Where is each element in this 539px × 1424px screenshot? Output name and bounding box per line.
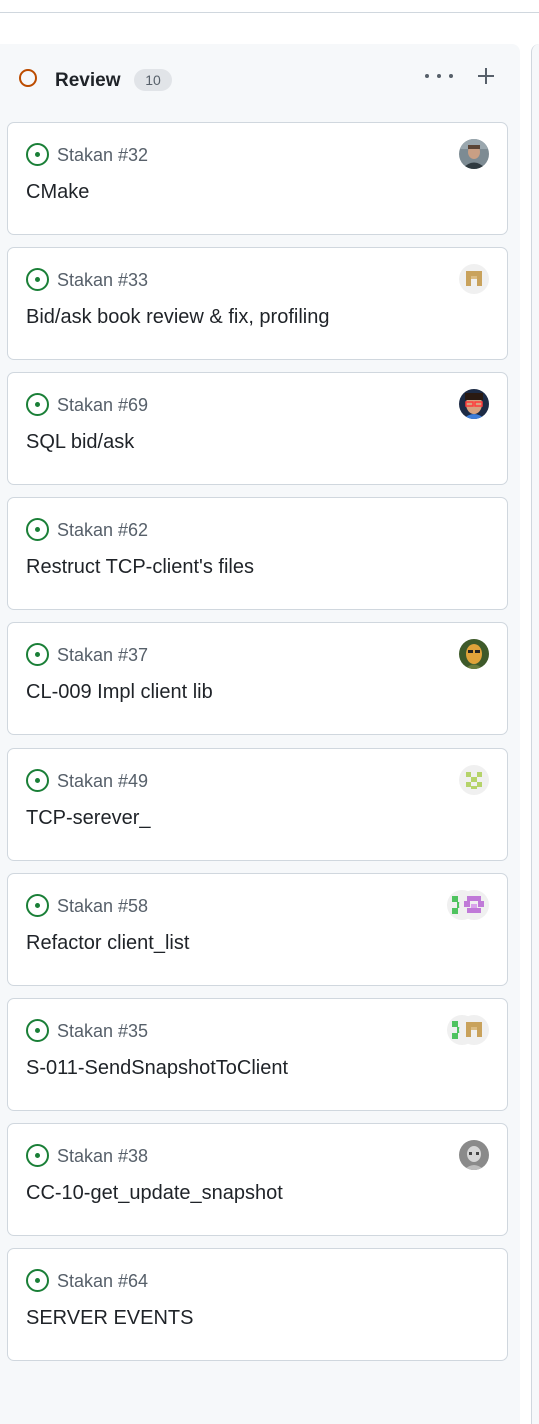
- issue-title[interactable]: Restruct TCP-client's files: [26, 554, 254, 580]
- plus-icon: [485, 68, 487, 84]
- issue-card[interactable]: Stakan #32 CMake: [7, 122, 508, 235]
- issue-card[interactable]: Stakan #33 Bid/ask book review & fix, pr…: [7, 247, 508, 360]
- column-header: Review 10: [0, 44, 520, 116]
- issue-title[interactable]: SQL bid/ask: [26, 429, 134, 455]
- column-item-count: 10: [134, 69, 172, 91]
- open-issue-icon: [26, 894, 49, 917]
- open-issue-icon: [26, 268, 49, 291]
- open-issue-icon: [26, 769, 49, 792]
- board-column-review: Review 10 Stakan #32 CMake Stakan #33 Bi…: [0, 44, 520, 1424]
- issue-title[interactable]: CL-009 Impl client lib: [26, 679, 213, 705]
- issue-reference: Stakan #32: [57, 145, 149, 165]
- kebab-dots-icon: [437, 74, 441, 78]
- assignee-avatar[interactable]: [459, 639, 489, 669]
- column-title: Review: [55, 70, 121, 91]
- kebab-dots-icon: [449, 74, 453, 78]
- open-issue-icon: [26, 643, 49, 666]
- kebab-dots-icon: [425, 74, 429, 78]
- issue-card[interactable]: Stakan #58 Refactor client_list: [7, 873, 508, 986]
- open-issue-icon: [26, 1019, 49, 1042]
- issue-title[interactable]: S-011-SendSnapshotToClient: [26, 1055, 288, 1081]
- issue-card[interactable]: Stakan #35 S-011-SendSnapshotToClient: [7, 998, 508, 1111]
- issue-reference: Stakan #64: [57, 1271, 149, 1291]
- issue-reference: Stakan #62: [57, 520, 149, 540]
- open-issue-icon: [26, 1144, 49, 1167]
- assignee-avatar[interactable]: [459, 139, 489, 169]
- assignee-avatar[interactable]: [459, 890, 489, 920]
- issue-reference: Stakan #58: [57, 896, 149, 916]
- issue-reference: Stakan #33: [57, 270, 149, 290]
- issue-card[interactable]: Stakan #49 TCP-serever_: [7, 748, 508, 861]
- issue-card[interactable]: Stakan #38 CC-10-get_update_snapshot: [7, 1123, 508, 1236]
- in-progress-status-icon: [19, 69, 37, 87]
- open-issue-icon: [26, 393, 49, 416]
- issue-reference: Stakan #38: [57, 1146, 149, 1166]
- issue-reference: Stakan #49: [57, 771, 149, 791]
- open-issue-icon: [26, 518, 49, 541]
- issue-reference: Stakan #69: [57, 395, 149, 415]
- issue-card[interactable]: Stakan #62 Restruct TCP-client's files: [7, 497, 508, 610]
- issue-card[interactable]: Stakan #64 SERVER EVENTS: [7, 1248, 508, 1361]
- issue-title[interactable]: Bid/ask book review & fix, profiling: [26, 304, 329, 330]
- assignee-avatar[interactable]: [459, 264, 489, 294]
- issue-card[interactable]: Stakan #37 CL-009 Impl client lib: [7, 622, 508, 735]
- issue-title[interactable]: TCP-serever_: [26, 805, 150, 831]
- assignee-avatar[interactable]: [459, 1015, 489, 1045]
- column-more-options-button[interactable]: [423, 64, 455, 90]
- assignee-avatar[interactable]: [459, 765, 489, 795]
- open-issue-icon: [26, 1269, 49, 1292]
- issue-title[interactable]: CMake: [26, 179, 89, 205]
- open-issue-icon: [26, 143, 49, 166]
- top-divider: [0, 12, 539, 13]
- issue-title[interactable]: CC-10-get_update_snapshot: [26, 1180, 283, 1206]
- next-board-column: [531, 44, 539, 1424]
- assignee-avatar[interactable]: [459, 1140, 489, 1170]
- issue-card[interactable]: Stakan #69 SQL bid/ask: [7, 372, 508, 485]
- issue-title[interactable]: Refactor client_list: [26, 930, 189, 956]
- add-item-button[interactable]: [472, 62, 500, 90]
- issue-reference: Stakan #37: [57, 645, 149, 665]
- issue-reference: Stakan #35: [57, 1021, 149, 1041]
- issue-title[interactable]: SERVER EVENTS: [26, 1305, 193, 1331]
- assignee-avatar[interactable]: [459, 389, 489, 419]
